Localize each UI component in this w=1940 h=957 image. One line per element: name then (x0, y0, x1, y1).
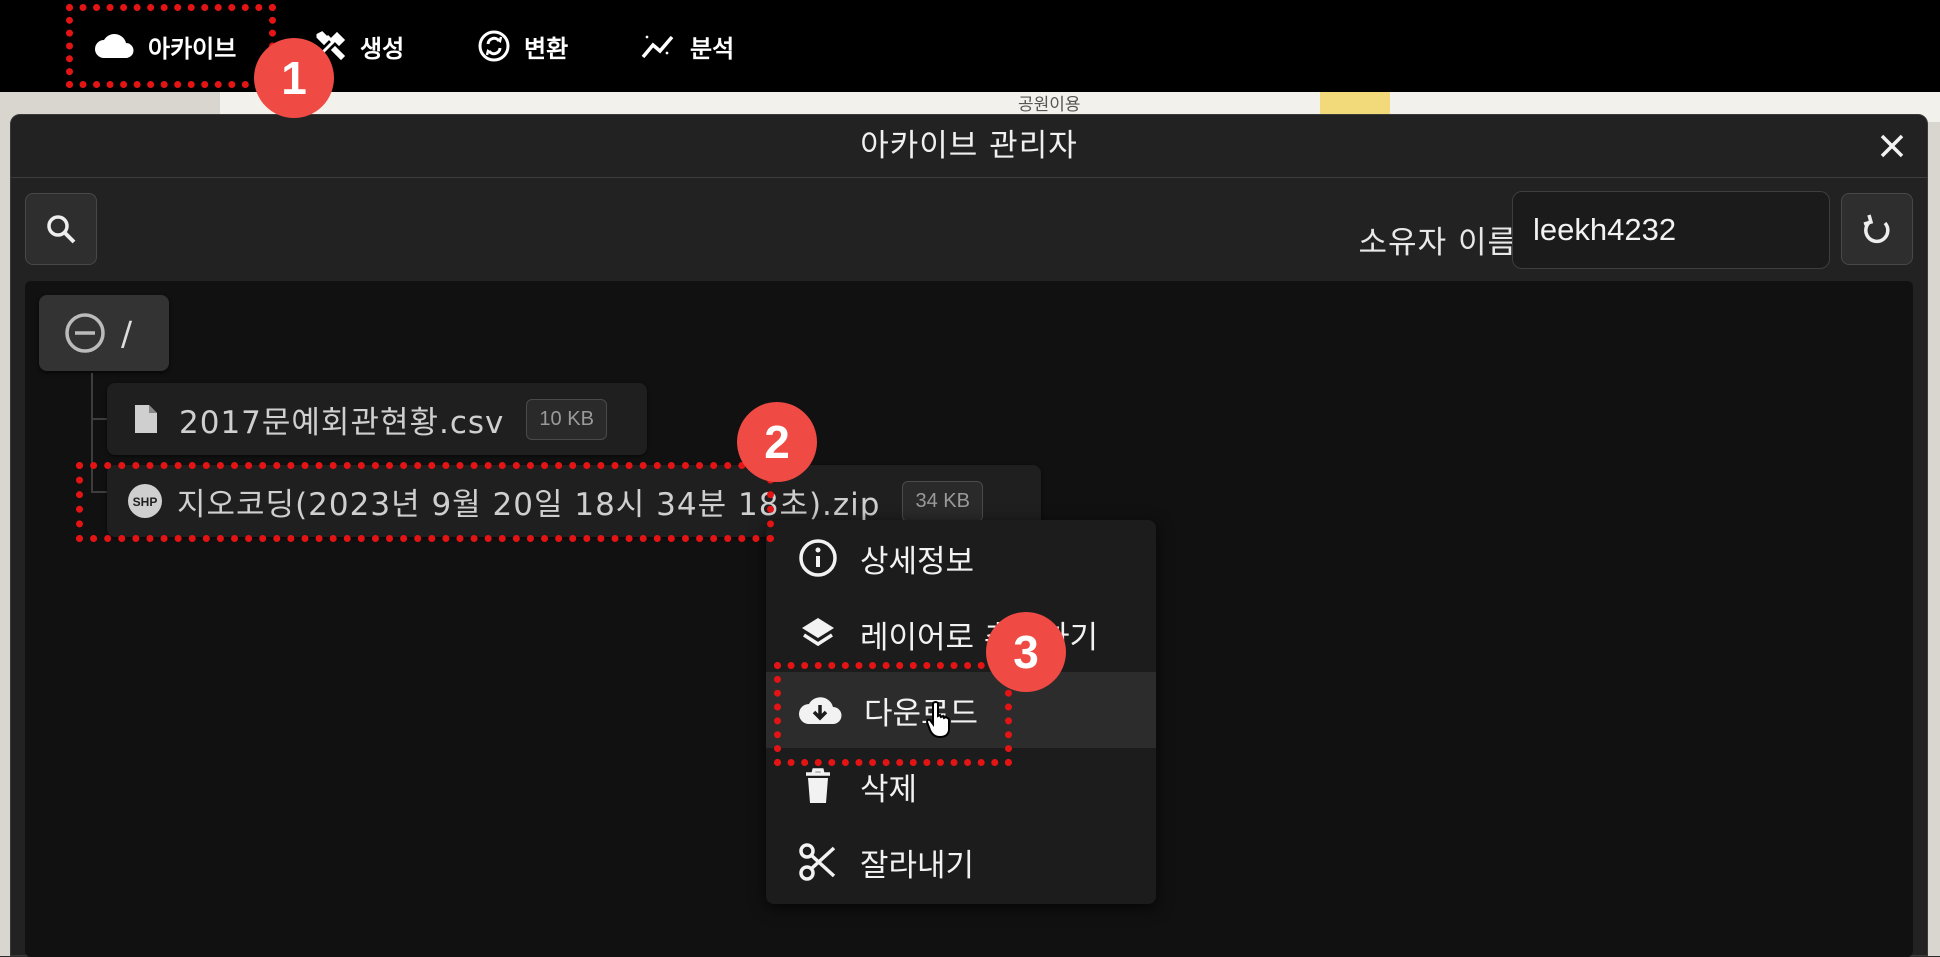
search-button[interactable] (25, 193, 97, 265)
menu-item-details[interactable]: 상세정보 (766, 520, 1156, 596)
nav-convert-label: 변환 (524, 34, 569, 63)
step-badge: 1 (254, 38, 334, 118)
step-highlight-box (774, 662, 1012, 766)
convert-icon (478, 30, 510, 62)
dialog-title: 아카이브 관리자 (11, 115, 1927, 178)
tree-connector (91, 418, 107, 420)
nav-convert[interactable]: 변환 (478, 24, 568, 68)
menu-item-label: 상세정보 (860, 543, 975, 580)
owner-name-label: 소유자 이름 (1358, 225, 1517, 261)
collapse-icon (65, 313, 105, 353)
refresh-button[interactable] (1841, 193, 1913, 265)
close-icon[interactable] (1875, 129, 1909, 163)
file-size-badge: 10 KB (526, 398, 607, 440)
map-label: 공원이용 (1018, 95, 1081, 114)
root-folder-node[interactable]: / (39, 295, 169, 371)
owner-name-input[interactable] (1512, 191, 1830, 269)
root-folder-label: / (121, 313, 133, 353)
nav-analysis-label: 분석 (690, 34, 735, 63)
refresh-icon (1863, 214, 1890, 244)
nav-analysis[interactable]: 분석 (640, 24, 734, 68)
nav-create-label: 생성 (360, 34, 405, 63)
file-size-badge: 34 KB (902, 480, 983, 522)
menu-item-cut[interactable]: 잘라내기 (766, 824, 1156, 900)
file-name: 2017문예회관현황.csv (179, 404, 505, 441)
menu-item-label: 잘라내기 (860, 847, 975, 884)
step-highlight-box (76, 462, 774, 542)
layers-icon (802, 618, 834, 647)
search-icon (47, 215, 76, 244)
step-badge: 2 (737, 402, 817, 482)
menu-item-add-layer[interactable]: 레이어로 추가하기 (766, 596, 1156, 672)
info-icon (799, 539, 837, 577)
analysis-icon (641, 35, 674, 59)
menu-item-label: 삭제 (860, 771, 918, 808)
file-row[interactable]: 2017문예회관현황.csv 10 KB (107, 383, 647, 455)
step-highlight-box (66, 4, 276, 88)
step-badge: 3 (986, 612, 1066, 692)
scissors-icon (799, 843, 836, 881)
trash-icon (806, 768, 830, 803)
file-icon (135, 405, 157, 433)
